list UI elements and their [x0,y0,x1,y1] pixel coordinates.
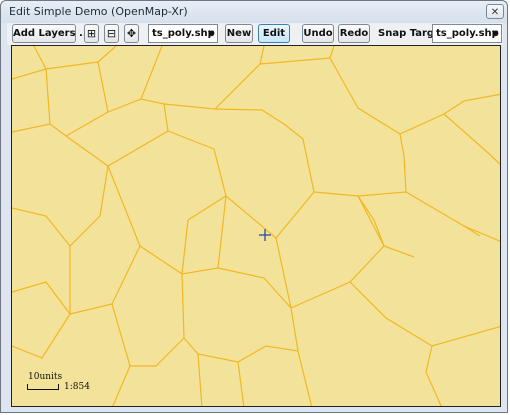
polygon-map[interactable] [12,46,501,407]
app-window: Edit Simple Demo (OpenMap-Xr) ✕ Add Laye… [0,0,508,413]
zoom-out-button[interactable]: ⊟ [104,24,119,43]
undo-button[interactable]: Undo [302,24,334,43]
zoom-out-icon: ⊟ [106,27,117,40]
pan-icon: ✥ [126,27,137,40]
pan-button[interactable]: ✥ [124,24,139,43]
zoom-in-button[interactable]: ⊞ [84,24,99,43]
scale-ratio-label: 1:854 [64,382,90,392]
layer-select-value: ts_poly.shp [152,28,215,39]
layer-select[interactable]: ts_poly.shp ▼ [148,24,218,43]
close-button[interactable]: ✕ [486,4,504,19]
chevron-down-icon: ▼ [207,29,214,38]
scale-units-label: 10units [28,372,63,382]
add-layers-button[interactable]: Add Layers ... [12,24,90,43]
close-icon: ✕ [490,7,500,18]
title-bar[interactable]: Edit Simple Demo (OpenMap-Xr) ✕ [1,1,507,23]
redo-button[interactable]: Redo [338,24,370,43]
snap-target-value: ts_poly.shp [436,28,499,39]
snap-target-select[interactable]: ts_poly.shp ▼ [432,24,502,43]
scale-line [27,384,59,390]
edit-button[interactable]: Edit [258,24,290,43]
map-canvas[interactable]: 10units 1:854 [11,45,501,407]
new-button[interactable]: New [225,24,253,43]
zoom-in-icon: ⊞ [86,27,97,40]
toolbar: Add Layers ... ⊞ ⊟ ✥ ts_poly.shp ▼ New E… [7,23,503,45]
scale-bar: 10units 1:854 [27,372,117,396]
window-title: Edit Simple Demo (OpenMap-Xr) [9,5,188,18]
chevron-down-icon: ▼ [491,29,498,38]
